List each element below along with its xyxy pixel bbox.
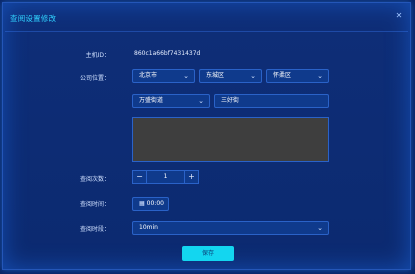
check-time-label: 查阅时间： (79, 201, 110, 208)
chevron-down-icon: ⌄ (183, 72, 189, 80)
save-button[interactable]: 保存 (182, 246, 234, 261)
count-input[interactable]: 1 (147, 170, 184, 184)
settings-dialog: 查阅设置修改 ✕ 主机ID： 860c1a66bf7431437d 公司位置： … (2, 2, 411, 270)
city-select-value: 北京市 (139, 72, 158, 79)
dialog-title: 查阅设置修改 (10, 14, 57, 23)
street-select-value: 万盛街道 (139, 97, 164, 104)
district-select[interactable]: 东城区 ⌄ (199, 69, 262, 83)
decrement-button[interactable]: − (132, 170, 147, 184)
community-input[interactable]: 三好街 (214, 94, 329, 108)
time-picker[interactable]: ▦ 00:00 (132, 197, 169, 211)
chevron-down-icon: ⌄ (250, 72, 256, 80)
host-id-value: 860c1a66bf7431437d (134, 50, 201, 57)
city-select[interactable]: 北京市 ⌄ (132, 69, 195, 83)
check-count-label: 查阅次数： (79, 176, 110, 183)
address-textarea[interactable] (132, 117, 329, 162)
title-divider (5, 31, 408, 32)
company-location-label: 公司位置： (79, 75, 110, 82)
increment-button[interactable]: + (184, 170, 199, 184)
chevron-down-icon: ⌄ (317, 224, 323, 232)
close-icon[interactable]: ✕ (393, 10, 405, 22)
duration-select[interactable]: 10min ⌄ (132, 221, 329, 235)
duration-select-value: 10min (139, 224, 158, 231)
host-id-label: 主机ID： (85, 52, 110, 59)
time-value: 00:00 (146, 200, 164, 207)
chevron-down-icon: ⌄ (317, 72, 323, 80)
calendar-icon: ▦ (139, 200, 145, 207)
chevron-down-icon: ⌄ (198, 97, 204, 105)
district-select-value: 东城区 (206, 72, 225, 79)
check-duration-label: 查阅时段： (79, 226, 110, 233)
community-input-value: 三好街 (221, 97, 240, 104)
street-select[interactable]: 万盛街道 ⌄ (132, 94, 210, 108)
county-select[interactable]: 怀柔区 ⌄ (266, 69, 329, 83)
county-select-value: 怀柔区 (273, 72, 292, 79)
